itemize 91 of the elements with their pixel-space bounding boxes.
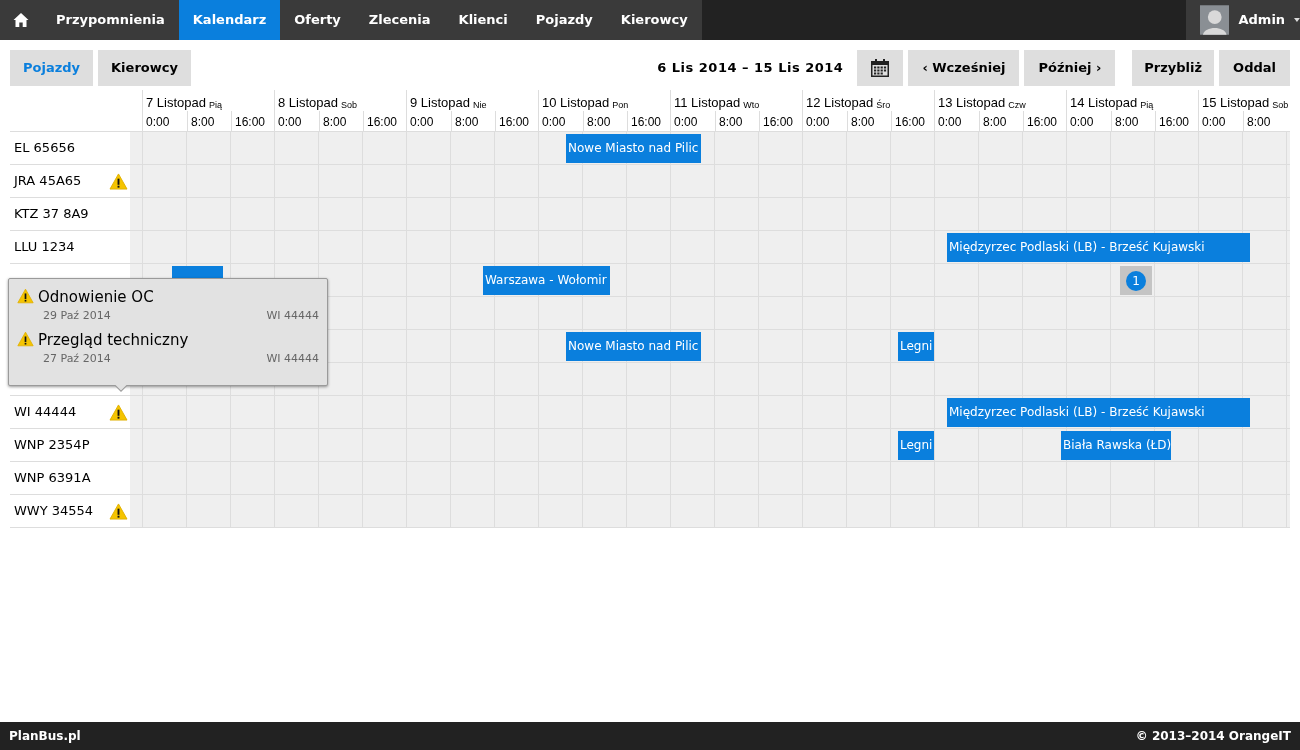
hour-label: 16:00 [627, 110, 671, 131]
trip-bar[interactable]: Legni [898, 332, 934, 361]
hour-label: 8:00 [319, 110, 363, 131]
weekday-label: Czw [1008, 98, 1026, 111]
reminder-date: 27 Paź 2014 [43, 350, 111, 367]
hour-label: 16:00 [759, 110, 803, 131]
hour-label: 16:00 [495, 110, 539, 131]
calendar-icon [870, 58, 891, 78]
nav-tab[interactable]: Kalendarz [178, 0, 281, 40]
count-badge: 1 [1126, 270, 1146, 291]
nav-tab[interactable]: Oferty [280, 0, 355, 40]
day-label: 9 Listopad [410, 94, 470, 111]
zoom-in-button[interactable]: Przybliż [1132, 50, 1215, 86]
later-button[interactable]: Później › [1024, 50, 1116, 86]
trip-bar[interactable]: Legni [898, 431, 934, 460]
zoom-out-button[interactable]: Oddal [1219, 50, 1290, 86]
hour-label: 8:00 [847, 110, 891, 131]
hour-label: 0:00 [937, 113, 963, 131]
trip-bar[interactable]: Międzyrzec Podlaski (LB) - Brześć Kujawski [947, 233, 1250, 262]
hour-label: 16:00 [1023, 110, 1067, 131]
vehicle-plate: KTZ 37 8A9 [14, 205, 89, 224]
trip-bar[interactable]: Nowe Miasto nad Pilic [566, 134, 701, 163]
vehicle-plate: LLU 1234 [14, 238, 75, 257]
calendar-button[interactable] [857, 50, 904, 86]
day-label: 7 Listopad [146, 94, 206, 111]
trip-bar[interactable]: Międzyrzec Podlaski (LB) - Brześć Kujawski [947, 398, 1250, 427]
event-group[interactable]: 1 [1120, 266, 1152, 295]
vehicle-plate: WNP 2354P [14, 436, 90, 455]
nav-tab[interactable]: Zlecenia [354, 0, 445, 40]
weekday-label: Sob [1272, 98, 1289, 111]
copyright-text: © 2013–2014 OrangeIT [1135, 728, 1291, 745]
home-icon [13, 12, 29, 28]
nav-tab[interactable]: Pojazdy [521, 0, 607, 40]
caret-icon [1294, 18, 1300, 22]
hour-label: 0:00 [1069, 113, 1095, 131]
vehicle-plate: WNP 6391A [14, 469, 91, 488]
hour-label: 16:00 [1155, 110, 1199, 131]
hour-label: 8:00 [1111, 110, 1155, 131]
reminder-title: Odnowienie OC [38, 288, 154, 306]
trip-bar[interactable]: Nowe Miasto nad Pilic [566, 332, 701, 361]
trip-bar[interactable]: Warszawa - Wołomir [483, 266, 610, 295]
reminder-plate: WI 44444 [266, 308, 319, 324]
hour-label: 8:00 [583, 110, 627, 131]
hour-label: 0:00 [409, 113, 435, 131]
day-label: 15 Listopad [1202, 94, 1270, 111]
day-label: 11 Listopad [674, 94, 741, 111]
weekday-label: Sob [341, 98, 357, 111]
hour-label: 0:00 [541, 113, 567, 131]
hour-label: 8:00 [451, 110, 495, 131]
footer-brand[interactable]: PlanBus.pl [9, 727, 81, 745]
vehicle-plate: JRA 45A65 [14, 172, 82, 191]
view-tab[interactable]: Kierowcy [98, 50, 191, 86]
day-label: 14 Listopad [1070, 94, 1138, 111]
hour-label: 16:00 [363, 110, 407, 131]
vehicle-plate: EL 65656 [14, 139, 75, 158]
weekday-label: Pon [612, 98, 629, 111]
weekday-label: Pią [1140, 98, 1154, 111]
hour-label: 0:00 [1201, 113, 1227, 131]
nav-tab[interactable]: Kierowcy [606, 0, 702, 40]
day-label: 8 Listopad [278, 94, 338, 111]
earlier-button[interactable]: ‹ Wcześniej [908, 50, 1020, 86]
day-label: 10 Listopad [542, 94, 610, 111]
nav-tab[interactable]: Klienci [444, 0, 522, 40]
reminder-date: 29 Paź 2014 [43, 308, 111, 324]
date-range: 6 Lis 2014 – 15 Lis 2014 [657, 59, 844, 78]
hour-label: 0:00 [145, 113, 171, 131]
weekday-label: Wto [743, 98, 760, 111]
hour-label: 16:00 [891, 110, 935, 131]
user-menu[interactable]: Admin [1186, 0, 1300, 40]
weekday-label: Pią [209, 98, 222, 111]
day-label: 13 Listopad [938, 94, 1006, 111]
vehicle-plate: WWY 34554 [14, 502, 94, 521]
reminder-plate: WI 44444 [266, 350, 319, 367]
day-label: 12 Listopad [806, 94, 874, 111]
hour-label: 8:00 [715, 110, 759, 131]
hour-label: 0:00 [277, 113, 303, 131]
warning-icon [17, 330, 34, 347]
hour-label: 0:00 [805, 113, 831, 131]
hour-label: 16:00 [231, 110, 275, 131]
vehicle-plate: WI 44444 [14, 403, 77, 422]
reminder-title: Przegląd techniczny [38, 330, 189, 349]
hour-label: 8:00 [979, 110, 1023, 131]
hour-label: 8:00 [187, 110, 231, 131]
weekday-label: Śro [876, 98, 891, 111]
nav-tab[interactable]: Przypomnienia [42, 0, 179, 40]
warning-icon [17, 288, 34, 304]
hour-label: 0:00 [673, 113, 699, 131]
trip-bar[interactable]: Biała Rawska (ŁD) [1061, 431, 1171, 460]
avatar-icon [1200, 5, 1230, 35]
weekday-label: Nie [473, 98, 487, 111]
hour-label: 8:00 [1243, 110, 1287, 131]
